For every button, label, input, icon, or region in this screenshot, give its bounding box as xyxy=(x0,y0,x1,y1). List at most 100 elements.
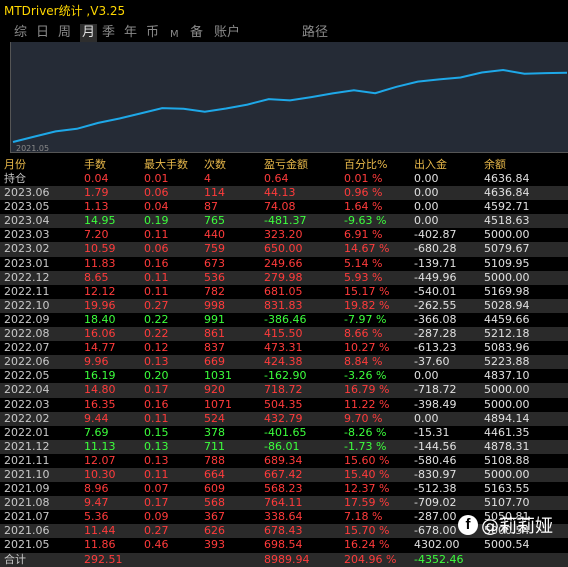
cell-flow: -144.56 xyxy=(414,439,457,453)
cell-count: 609 xyxy=(204,482,225,496)
cell-bal: 4894.14 xyxy=(484,411,530,425)
cell-pct: 10.27 % xyxy=(344,341,390,355)
table-row[interactable]: 2021.09 8.96 0.07 609 568.23 12.37 % -512.38 51… xyxy=(0,482,568,496)
cell-month: 2022.08 xyxy=(4,327,50,341)
table-row[interactable]: 2022.07 14.77 0.12 837 473.31 10.27 % -613.23 5… xyxy=(0,341,568,355)
cell-flow: 4302.00 xyxy=(414,538,460,552)
table-row[interactable]: 2021.12 11.13 0.13 711 -86.01 -1.73 % -144.56 4… xyxy=(0,439,568,454)
cell-month: 2023.03 xyxy=(4,228,50,242)
cell-count: 998 xyxy=(204,298,225,312)
tab-3[interactable]: 月 xyxy=(80,24,98,42)
table-row[interactable]: 2023.03 7.20 0.11 440 323.20 6.91 % -402.87 500… xyxy=(0,228,568,242)
cell-bal: 5212.18 xyxy=(484,327,530,341)
cell-amount: 338.64 xyxy=(264,510,303,524)
cell-max: 0.11 xyxy=(144,228,169,242)
table-row[interactable]: 2022.08 16.06 0.22 861 415.50 8.66 % -287.28 52… xyxy=(0,327,568,342)
cell-month: 2022.04 xyxy=(4,383,50,397)
balance-chart xyxy=(10,42,568,153)
cell-bal: 5000.00 xyxy=(484,383,530,397)
cell-profit: 16.06 xyxy=(84,327,116,341)
cell-max: 0.46 xyxy=(144,538,169,552)
cell-amount: 650.00 xyxy=(264,242,303,256)
table-row[interactable]: 2022.06 9.96 0.13 669 424.38 8.84 % -37.60 5223… xyxy=(0,355,568,370)
cell-amount: 424.38 xyxy=(264,355,303,369)
cell-profit: 9.96 xyxy=(84,355,109,369)
tab-2[interactable]: 周 xyxy=(58,24,71,42)
cell-month: 2023.02 xyxy=(4,242,50,256)
cell-amount: 667.42 xyxy=(264,467,303,481)
cell-max: 0.07 xyxy=(144,482,169,496)
cell-amount: -386.46 xyxy=(264,312,307,326)
table-row[interactable]: 2022.12 8.65 0.11 536 279.98 5.93 % -449.96 500… xyxy=(0,270,568,285)
tab-6[interactable]: 币 xyxy=(146,24,159,42)
table-row[interactable]: 2022.04 14.80 0.17 920 718.72 16.79 % -718.72 5… xyxy=(0,383,568,398)
table-row[interactable]: 2022.02 9.44 0.11 524 432.79 9.70 % 0.00 4894.1… xyxy=(0,411,568,426)
cell-bal: 5108.88 xyxy=(484,453,530,467)
cell-month: 2021.10 xyxy=(4,467,50,481)
cell-pct: 1.64 % xyxy=(344,200,383,214)
tab-1[interactable]: 日 xyxy=(36,24,49,42)
tab-4[interactable]: 季 xyxy=(102,24,115,42)
cell-max: 0.17 xyxy=(144,496,169,510)
table-row[interactable]: 2023.05 1.13 0.04 87 74.08 1.64 % 0.00 4592.71 xyxy=(0,200,568,214)
cell-flow: -15.31 xyxy=(414,425,450,439)
cell-profit: 12.07 xyxy=(84,453,116,467)
cell-bal: 5163.55 xyxy=(484,482,530,496)
cell-max: 0.12 xyxy=(144,341,169,355)
cell-bal: 4459.66 xyxy=(484,312,530,326)
cell-amount: 678.43 xyxy=(264,524,303,538)
cell-flow: -402.87 xyxy=(414,228,457,242)
cell-flow: -613.23 xyxy=(414,341,457,355)
table-row[interactable]: 2021.10 10.30 0.11 664 667.42 15.40 % -830.97 5… xyxy=(0,467,568,483)
cell-profit: 1.13 xyxy=(84,200,109,214)
table-row[interactable]: 2021.08 9.47 0.17 568 764.11 17.59 % -709.02 51… xyxy=(0,496,568,511)
column-header-pct: 百分比% xyxy=(344,158,388,171)
cell-max: 0.19 xyxy=(144,214,169,228)
tab-10[interactable]: 路径 xyxy=(302,24,328,42)
table-row[interactable]: 2022.03 16.35 0.16 1071 504.35 11.22 % -398.49… xyxy=(0,398,568,412)
cell-count: 920 xyxy=(204,383,225,397)
cell-pct: 15.17 % xyxy=(344,284,390,298)
table-row[interactable]: 2022.05 16.19 0.20 1031 -162.90 -3.26 % 0.00 48… xyxy=(0,369,568,383)
table-row[interactable]: 2022.01 7.69 0.15 378 -401.65 -8.26 % -15.31 44… xyxy=(0,426,568,440)
period-tabbar: 综日周月季年币 M 备账户 路径 xyxy=(0,22,568,42)
cell-count: 1071 xyxy=(204,397,232,411)
cell-profit: 8.65 xyxy=(84,270,109,284)
cell-flow: 0.00 xyxy=(414,172,439,185)
cell-profit: 10.59 xyxy=(84,242,116,256)
table-row[interactable]: 2022.10 19.96 0.27 998 831.83 19.82 % -262.55 5… xyxy=(0,298,568,313)
table-row[interactable]: 2023.04 14.95 0.19 765 -481.37 -9.63 % 0.00 451… xyxy=(0,214,568,229)
cell-count: 788 xyxy=(204,453,225,467)
table-row[interactable]: 2023.01 11.83 0.16 673 249.66 5.14 % -139.71 51… xyxy=(0,257,568,271)
cell-profit: 0.04 xyxy=(84,172,109,185)
table-row[interactable]: 2023.06 1.79 0.06 114 44.13 0.96 % 0.00 4636.84 xyxy=(0,186,568,201)
cell-bal: 5083.96 xyxy=(484,341,530,355)
cell-month: 2021.08 xyxy=(4,496,50,510)
cell-count: 1031 xyxy=(204,369,232,383)
cell-amount: 249.66 xyxy=(264,256,303,270)
cell-profit: 7.69 xyxy=(84,425,109,439)
cell-profit: 14.77 xyxy=(84,341,116,355)
tab-0[interactable]: 综 xyxy=(14,24,27,42)
window-title: MTDriver统计 ,V3.25 xyxy=(4,4,126,18)
cell-count: 626 xyxy=(204,524,225,538)
cell-profit: 19.96 xyxy=(84,298,116,312)
table-row[interactable]: 2023.02 10.59 0.06 759 650.00 14.67 % -680.28 5… xyxy=(0,242,568,257)
table-row[interactable]: 2022.09 18.40 0.22 991 -386.46 -7.97 % -366.08… xyxy=(0,313,568,327)
tab-5[interactable]: 年 xyxy=(124,24,137,42)
table-row[interactable]: 2021.11 12.07 0.13 788 689.34 15.60 % -580.46 5… xyxy=(0,454,568,468)
cell-max: 0.11 xyxy=(144,411,169,425)
tab-8[interactable]: 备 xyxy=(190,24,203,42)
cell-pct: 15.40 % xyxy=(344,467,390,481)
cell-bal: 5169.98 xyxy=(484,284,530,298)
cell-max: 0.11 xyxy=(144,270,169,284)
cell-flow: -366.08 xyxy=(414,312,457,326)
tab-9[interactable]: 账户 xyxy=(214,24,240,42)
table-row[interactable]: 持仓 0.04 0.01 4 0.64 0.01 % 0.00 4636.84 xyxy=(0,172,568,186)
cell-month: 2022.01 xyxy=(4,425,50,439)
table-row[interactable]: 2021.05 11.86 0.46 393 698.54 16.24 % 4302.00 5… xyxy=(0,538,568,552)
cell-bal: 5079.67 xyxy=(484,242,530,256)
cell-bal: 4878.31 xyxy=(484,439,530,453)
cell-pct: -9.63 % xyxy=(344,214,387,228)
table-row[interactable]: 2022.11 12.12 0.11 782 681.05 15.17 % -540.01 5… xyxy=(0,285,568,299)
